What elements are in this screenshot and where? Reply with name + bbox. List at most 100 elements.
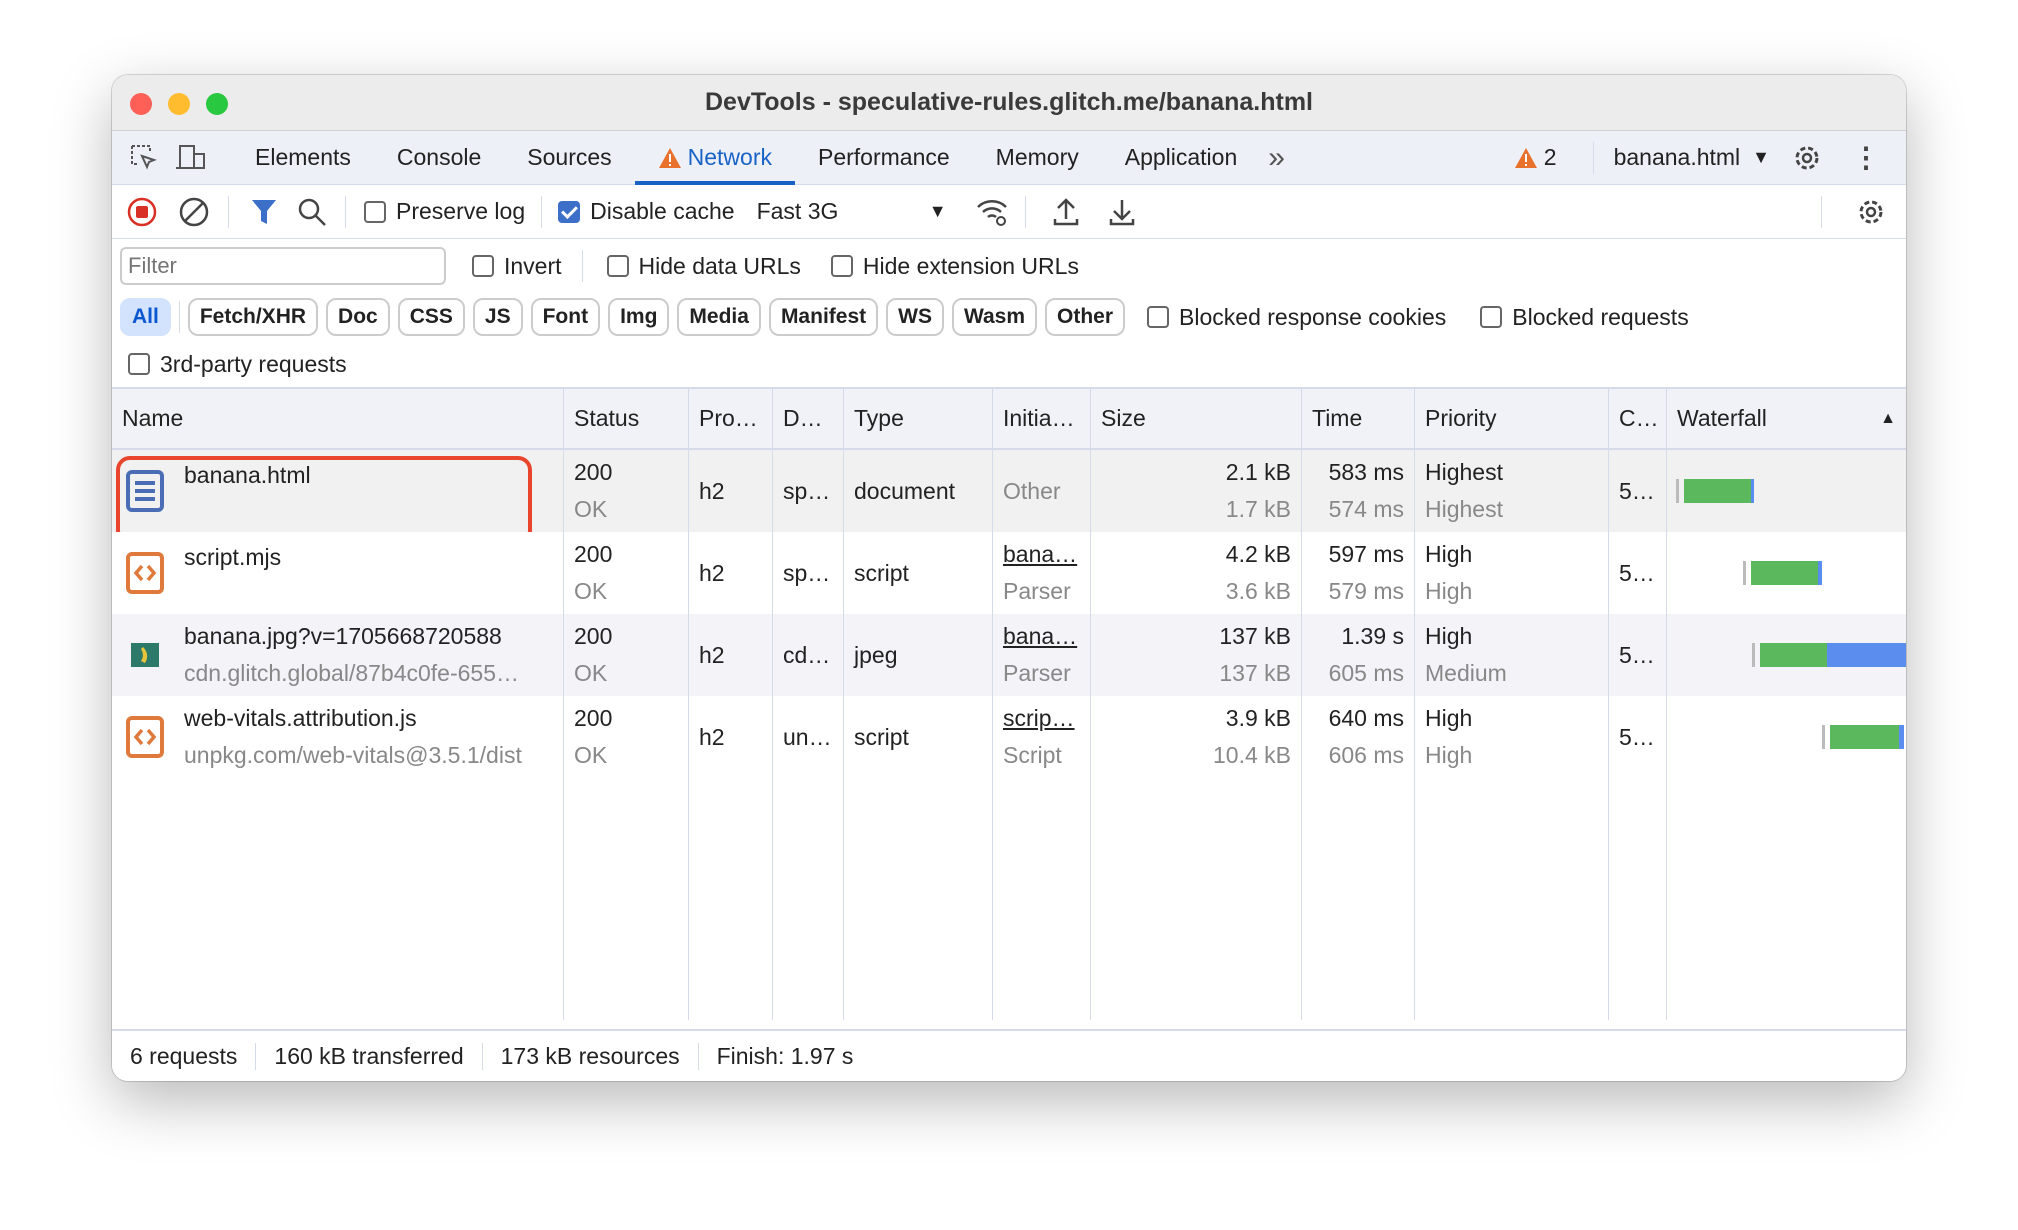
column-header-type[interactable]: Type (844, 389, 993, 448)
priority-text: Highest (1425, 459, 1503, 485)
disable-cache-checkbox[interactable]: Disable cache (558, 198, 735, 225)
initiator-link[interactable]: bana… (1003, 541, 1080, 568)
table-row[interactable]: script.mjs 200 OK h2 sp… script bana… Parser 4.2… (112, 532, 1906, 614)
third-party-checkbox[interactable]: 3rd-party requests (128, 351, 347, 378)
latency-text: 574 ms (1328, 496, 1404, 522)
inspect-element-icon[interactable] (128, 142, 160, 174)
more-tabs-button[interactable]: » (1268, 141, 1285, 175)
column-header-waterfall[interactable]: Waterfall ▲ (1667, 389, 1906, 448)
resource-text: 10.4 kB (1213, 742, 1291, 768)
filter-input[interactable] (120, 247, 446, 285)
highlight-box (116, 456, 532, 532)
warnings-count[interactable]: 2 (1544, 144, 1557, 171)
type-filter-doc[interactable]: Doc (326, 298, 390, 336)
blocked-requests-label: Blocked requests (1512, 303, 1689, 330)
preserve-log-checkbox[interactable]: Preserve log (364, 198, 525, 225)
type-filter-css[interactable]: CSS (397, 298, 465, 336)
column-header-domain[interactable]: D… (773, 389, 844, 448)
initial_priority-text: High (1425, 742, 1473, 768)
time-text: 1.39 s (1341, 623, 1404, 649)
waterfall-waiting-bar (1750, 561, 1818, 585)
type-filter-fetch-xhr[interactable]: Fetch/XHR (187, 298, 319, 336)
type-filter-wasm[interactable]: Wasm (951, 298, 1038, 336)
column-header-initiator[interactable]: Initia… (993, 389, 1091, 448)
tab-elements[interactable]: Elements (232, 131, 374, 185)
chevron-down-icon[interactable]: ▼ (1752, 147, 1770, 168)
size-text: 2.1 kB (1225, 459, 1291, 485)
third-party-row: 3rd-party requests (112, 341, 1906, 389)
record-stop-icon[interactable] (126, 196, 158, 228)
import-har-icon[interactable] (1052, 197, 1080, 227)
waterfall-cell (1667, 696, 1906, 778)
table-row[interactable]: web-vitals.attribution.js unpkg.com/web-v… (112, 696, 1906, 778)
filter-bar: Invert Hide data URLs Hide extension URL… (112, 239, 1906, 293)
chevron-down-icon: ▼ (928, 201, 947, 221)
type-text: script (854, 559, 909, 586)
type-filter-manifest[interactable]: Manifest (768, 298, 879, 336)
initiator-link[interactable]: bana… (1003, 623, 1080, 650)
type-filter-all[interactable]: All (120, 298, 171, 336)
column-header-status[interactable]: Status (564, 389, 689, 448)
column-header-connection[interactable]: C… (1609, 389, 1667, 448)
gear-icon[interactable] (1792, 143, 1822, 173)
waterfall-waiting-bar (1829, 725, 1899, 749)
hide-data-urls-checkbox[interactable]: Hide data URLs (606, 253, 801, 280)
zoom-button[interactable] (206, 93, 228, 115)
latency-text: 605 ms (1328, 660, 1404, 686)
initiator-link[interactable]: scrip… (1003, 705, 1080, 732)
search-icon[interactable] (297, 197, 327, 227)
latency-text: 606 ms (1328, 742, 1404, 768)
blocked-response-cookies-checkbox[interactable]: Blocked response cookies (1147, 304, 1446, 331)
tab-application[interactable]: Application (1102, 131, 1261, 185)
network-settings-gear-icon[interactable] (1856, 197, 1886, 227)
warning-icon[interactable] (1514, 147, 1538, 169)
sort-ascending-icon[interactable]: ▲ (1880, 410, 1896, 428)
export-har-icon[interactable] (1108, 197, 1136, 227)
initial_priority-text: Highest (1425, 496, 1503, 522)
network-conditions-icon[interactable] (975, 197, 1009, 227)
initiator-text: Other (1003, 477, 1061, 504)
type-filter-img[interactable]: Img (608, 298, 670, 336)
type-filter-js[interactable]: JS (472, 298, 523, 336)
time-text: 583 ms (1328, 459, 1404, 485)
column-header-priority[interactable]: Priority (1415, 389, 1609, 448)
more-options-icon[interactable]: ⋮ (1852, 141, 1880, 174)
type-filter-ws[interactable]: WS (886, 298, 944, 336)
filter-icon[interactable] (251, 198, 277, 226)
resource-text: 1.7 kB (1225, 496, 1291, 522)
table-header: Name Status Pro… D… Type Initia… Size Time Prior… (112, 389, 1906, 450)
invert-checkbox[interactable]: Invert (472, 253, 562, 280)
column-header-name[interactable]: Name (112, 389, 564, 448)
column-header-size[interactable]: Size (1091, 389, 1302, 448)
request-count: 6 requests (112, 1042, 257, 1070)
tab-network[interactable]: Network (634, 131, 795, 185)
device-toolbar-icon[interactable] (174, 142, 208, 174)
close-button[interactable] (130, 93, 152, 115)
status-text: 200 (574, 459, 613, 485)
waterfall-waiting-bar (1760, 643, 1828, 667)
column-header-protocol[interactable]: Pro… (689, 389, 773, 448)
column-header-time[interactable]: Time (1302, 389, 1415, 448)
connection-text: 5… (1619, 559, 1655, 586)
resource-text: 3.6 kB (1225, 578, 1291, 604)
waterfall-queue-tick (1821, 725, 1825, 749)
table-row[interactable]: banana.html 200 OK h2 sp… document Other 2.1 kB… (112, 450, 1906, 532)
size-text: 4.2 kB (1225, 541, 1291, 567)
context-selector[interactable]: banana.html (1614, 144, 1741, 171)
type-filter-other[interactable]: Other (1045, 298, 1126, 336)
protocol-text: h2 (699, 559, 725, 586)
throttling-select[interactable]: Fast 3G ▼ (757, 198, 947, 225)
hide-extension-urls-checkbox[interactable]: Hide extension URLs (830, 253, 1079, 280)
clear-icon[interactable] (178, 196, 210, 228)
tab-sources[interactable]: Sources (504, 131, 634, 185)
type-filter-font[interactable]: Font (530, 298, 601, 336)
type-filter-media[interactable]: Media (677, 298, 761, 336)
tab-memory[interactable]: Memory (973, 131, 1102, 185)
blocked-requests-checkbox[interactable]: Blocked requests (1480, 303, 1689, 331)
tab-console[interactable]: Console (374, 131, 504, 185)
minimize-button[interactable] (168, 93, 190, 115)
tab-performance[interactable]: Performance (795, 131, 973, 185)
waterfall-download-bar (1817, 561, 1823, 585)
table-row[interactable]: banana.jpg?v=1705668720588 cdn.glitch.glo… (112, 614, 1906, 696)
time-text: 597 ms (1328, 541, 1404, 567)
